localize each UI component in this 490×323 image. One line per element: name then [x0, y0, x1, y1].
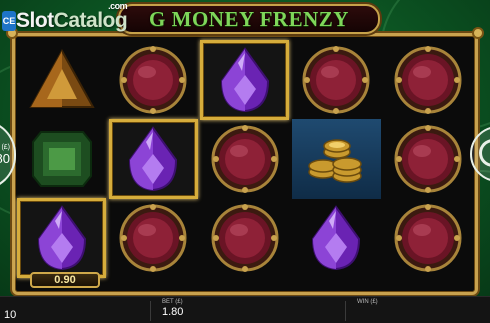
reel-symbol-emerald [17, 119, 106, 199]
reel-symbol-purple-gem [292, 198, 381, 278]
balance-display: 10 [4, 308, 16, 321]
reel-symbol-ruby [109, 198, 198, 278]
ruby-icon [394, 204, 461, 272]
bet-display[interactable]: BET (£) 1.80 [162, 299, 183, 318]
reel-symbol-purple-gem [200, 40, 289, 120]
reel-symbol-ruby [383, 198, 472, 278]
emerald-icon [31, 131, 92, 187]
win-label: WIN (£) [357, 299, 378, 305]
logo-catalog-word: Catalog [53, 9, 128, 32]
purple-gem-icon [37, 205, 86, 271]
frame-corner-ornament [472, 27, 484, 39]
reel-symbol-ruby [200, 198, 289, 278]
bet-value: 1.80 [162, 306, 184, 318]
win-display: WIN (£) [357, 299, 378, 306]
purple-gem-icon [220, 47, 269, 113]
reel-symbol-purple-gem [108, 119, 198, 199]
ruby-icon [394, 125, 461, 193]
amber-triangle-icon [28, 48, 95, 108]
ruby-icon [211, 125, 278, 193]
game-title: G MONEY FRENZY [149, 6, 349, 31]
logo-com-text: .com [108, 1, 128, 11]
game-title-banner: G MONEY FRENZY [118, 4, 380, 34]
reel-symbol-ruby [383, 40, 472, 120]
logo-catalog-text: Catalog .com [53, 1, 128, 33]
logo-slot-text: Slot [16, 9, 54, 32]
logo-badge: CE [2, 11, 16, 31]
reel-symbol-purple-gem [17, 198, 106, 278]
ruby-icon [302, 46, 370, 114]
cell-win-value: 0.90 [30, 272, 100, 288]
reel-grid [17, 38, 473, 294]
gold-coins-icon [308, 139, 362, 183]
purple-gem-icon [311, 205, 361, 271]
reel-symbol-ruby [383, 119, 472, 199]
balance-value: 10 [4, 309, 17, 321]
bottom-bar: 10 BET (£) 1.80 WIN (£) [0, 296, 490, 323]
ruby-icon [119, 204, 187, 272]
site-logo: CE Slot Catalog .com [2, 1, 128, 33]
side-bet-label: (£) [1, 144, 10, 151]
reel-symbol-ruby [292, 40, 381, 120]
ruby-icon [211, 204, 278, 272]
purple-gem-icon [128, 126, 178, 192]
reel-symbol-amber-triangle [17, 40, 106, 120]
ruby-icon [119, 46, 187, 114]
bet-label: BET (£) [162, 299, 183, 305]
side-bet-value: .80 [0, 151, 10, 166]
reel-symbol-gold-coins [291, 119, 381, 199]
reel-symbol-ruby [109, 40, 198, 120]
reel-symbol-ruby [200, 119, 289, 199]
bar-divider [150, 301, 151, 321]
ruby-icon [394, 46, 461, 114]
bar-divider [345, 301, 346, 321]
